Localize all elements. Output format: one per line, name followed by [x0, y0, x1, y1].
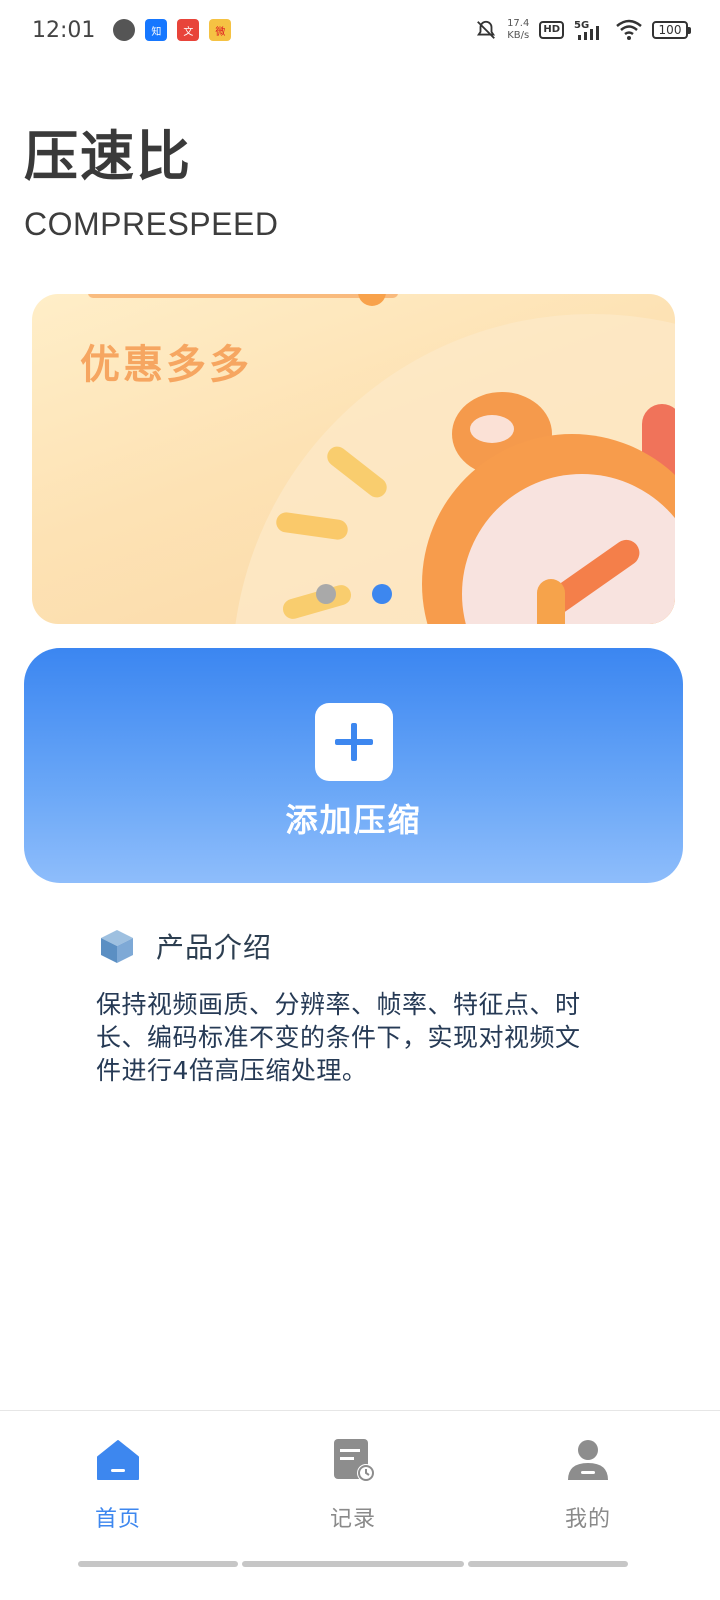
zhihu-icon: 知: [145, 19, 168, 41]
hd-badge: HD: [539, 21, 564, 39]
battery-indicator: 100: [652, 21, 691, 39]
banner-text: 优惠多多: [80, 342, 252, 388]
globe-icon: [113, 19, 136, 41]
carousel-dot-active[interactable]: [371, 584, 392, 604]
app-title: 压速比: [24, 125, 192, 188]
svg-text:5G: 5G: [574, 20, 589, 31]
records-icon: [334, 1439, 375, 1482]
add-compression-button[interactable]: 添加压缩: [24, 648, 683, 883]
wifi-icon: [616, 19, 642, 40]
status-time: 12:01: [32, 17, 96, 43]
news-icon: 文: [177, 19, 200, 41]
nav-item-records[interactable]: 记录: [293, 1437, 413, 1533]
network-speed: 17.4 KB/s: [507, 18, 530, 41]
add-icon-box: [314, 703, 393, 781]
mute-notification-icon: [477, 20, 496, 39]
bottom-nav: 首页 记录 我的: [0, 1410, 720, 1600]
nav-item-home[interactable]: 首页: [58, 1437, 178, 1533]
app-subtitle: COMPRESPEED: [24, 206, 279, 242]
nav-label-profile: 我的: [564, 1507, 611, 1532]
carousel-indicator: [32, 584, 675, 604]
status-bar: 12:01 知 文 微 17.4 KB/s HD 5G 100: [0, 0, 720, 60]
add-compression-label: 添加压缩: [285, 801, 422, 839]
promo-banner[interactable]: 优惠多多: [32, 294, 675, 624]
weibo-icon: 微: [209, 19, 232, 41]
profile-icon: [568, 1440, 608, 1480]
gesture-bar-right: [468, 1561, 628, 1567]
signal-icon: 5G: [574, 20, 599, 40]
nav-label-records: 记录: [329, 1507, 376, 1532]
gesture-bar-left: [78, 1561, 238, 1567]
product-intro-header: 产品介绍: [98, 926, 272, 966]
product-intro-title: 产品介绍: [156, 931, 273, 964]
app-screen: 12:01 知 文 微 17.4 KB/s HD 5G 100 压速比 COMP…: [0, 0, 720, 1600]
nav-item-profile[interactable]: 我的: [528, 1437, 648, 1533]
cube-icon: [101, 930, 133, 963]
carousel-dot[interactable]: [315, 584, 336, 604]
gesture-bar-center: [242, 1561, 464, 1567]
nav-label-home: 首页: [94, 1507, 141, 1532]
home-icon: [97, 1440, 139, 1480]
plus-icon: [334, 723, 373, 761]
product-intro-text: 保持视频画质、分辨率、帧率、特征点、时长、编码标准不变的条件下，实现对视频文件进…: [96, 990, 581, 1085]
